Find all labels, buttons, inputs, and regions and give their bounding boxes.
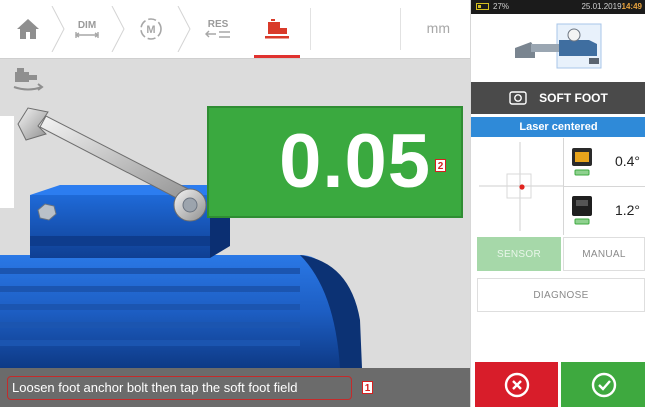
svg-text:M: M bbox=[146, 24, 155, 36]
units-label[interactable]: mm bbox=[427, 20, 450, 36]
device-status-bar: 27% 25.01.201914:49 bbox=[471, 0, 645, 14]
callout-marker-1: 1 bbox=[362, 381, 373, 394]
motor bbox=[0, 255, 362, 368]
soft-foot-title: SOFT FOOT bbox=[539, 91, 608, 105]
res-label: RES bbox=[207, 19, 229, 30]
prism-angle-row: 1.2° bbox=[564, 187, 645, 235]
dimensions-icon bbox=[75, 31, 99, 38]
prism-angle: 1.2° bbox=[614, 202, 640, 218]
laser-status: Laser centered bbox=[471, 117, 645, 137]
cancel-icon bbox=[504, 372, 529, 397]
top-toolbar: DIM M RES mm bbox=[0, 0, 470, 59]
sensor-angle-row: 0.4° bbox=[564, 138, 645, 186]
res-tab[interactable]: RES bbox=[192, 0, 244, 58]
active-tab-indicator bbox=[254, 55, 300, 58]
machine-thumbnail[interactable] bbox=[471, 14, 645, 74]
soft-foot-icon bbox=[265, 19, 289, 39]
dim-tab[interactable]: DIM bbox=[64, 0, 110, 58]
instruction-bar: Loosen foot anchor bolt then tap the sof… bbox=[0, 368, 470, 407]
date: 25.01.2019 bbox=[581, 2, 622, 11]
callout-marker-2: 2 bbox=[435, 159, 446, 172]
home-icon bbox=[17, 19, 39, 39]
battery-icon bbox=[476, 3, 489, 10]
app-window: DIM M RES mm 0.05 2 Loosen foot anchor b… bbox=[0, 0, 645, 407]
sensor-mode-button[interactable]: SENSOR bbox=[477, 237, 561, 271]
manual-mode-button[interactable]: MANUAL bbox=[563, 237, 645, 271]
results-icon bbox=[205, 30, 230, 38]
toolbar-separator bbox=[111, 6, 125, 52]
machine-view-button[interactable] bbox=[6, 62, 50, 96]
measure-tab[interactable]: M bbox=[128, 0, 174, 58]
sensor-icon bbox=[572, 148, 592, 176]
date-time: 25.01.201914:49 bbox=[581, 0, 642, 14]
soft-foot-header: SOFT FOOT bbox=[471, 82, 645, 114]
diagnose-button[interactable]: DIAGNOSE bbox=[477, 278, 645, 312]
toolbar-divider bbox=[310, 8, 311, 50]
sensor-readout: 0.4° 1.2° bbox=[471, 138, 645, 235]
confirm-icon bbox=[591, 372, 616, 397]
battery-percent: 27% bbox=[493, 2, 510, 11]
main-view: DIM M RES mm 0.05 2 Loosen foot anchor b… bbox=[0, 0, 470, 407]
machine-train-icon bbox=[515, 23, 602, 69]
laser-dot bbox=[519, 184, 525, 190]
right-panel: 27% 25.01.201914:49 SOFT FOOT Laser cent… bbox=[470, 0, 645, 407]
cancel-button[interactable] bbox=[475, 362, 558, 407]
time: 14:49 bbox=[621, 2, 642, 11]
machine-m-icon: M bbox=[140, 18, 162, 40]
prism-icon bbox=[572, 196, 592, 225]
instruction-text: Loosen foot anchor bolt then tap the sof… bbox=[12, 380, 298, 395]
dim-label: DIM bbox=[77, 19, 97, 31]
confirm-button[interactable] bbox=[561, 362, 645, 407]
soft-foot-value-box[interactable]: 0.05 2 bbox=[207, 106, 463, 218]
toolbar-divider bbox=[400, 8, 401, 50]
sensor-angle: 0.4° bbox=[614, 153, 640, 169]
soft-foot-gauge-icon bbox=[509, 91, 527, 105]
machine-rotate-icon bbox=[13, 68, 44, 91]
soft-foot-value: 0.05 bbox=[279, 119, 431, 204]
laser-target-plot bbox=[479, 142, 563, 231]
home-button[interactable] bbox=[8, 0, 48, 58]
soft-foot-tab[interactable] bbox=[248, 0, 306, 58]
